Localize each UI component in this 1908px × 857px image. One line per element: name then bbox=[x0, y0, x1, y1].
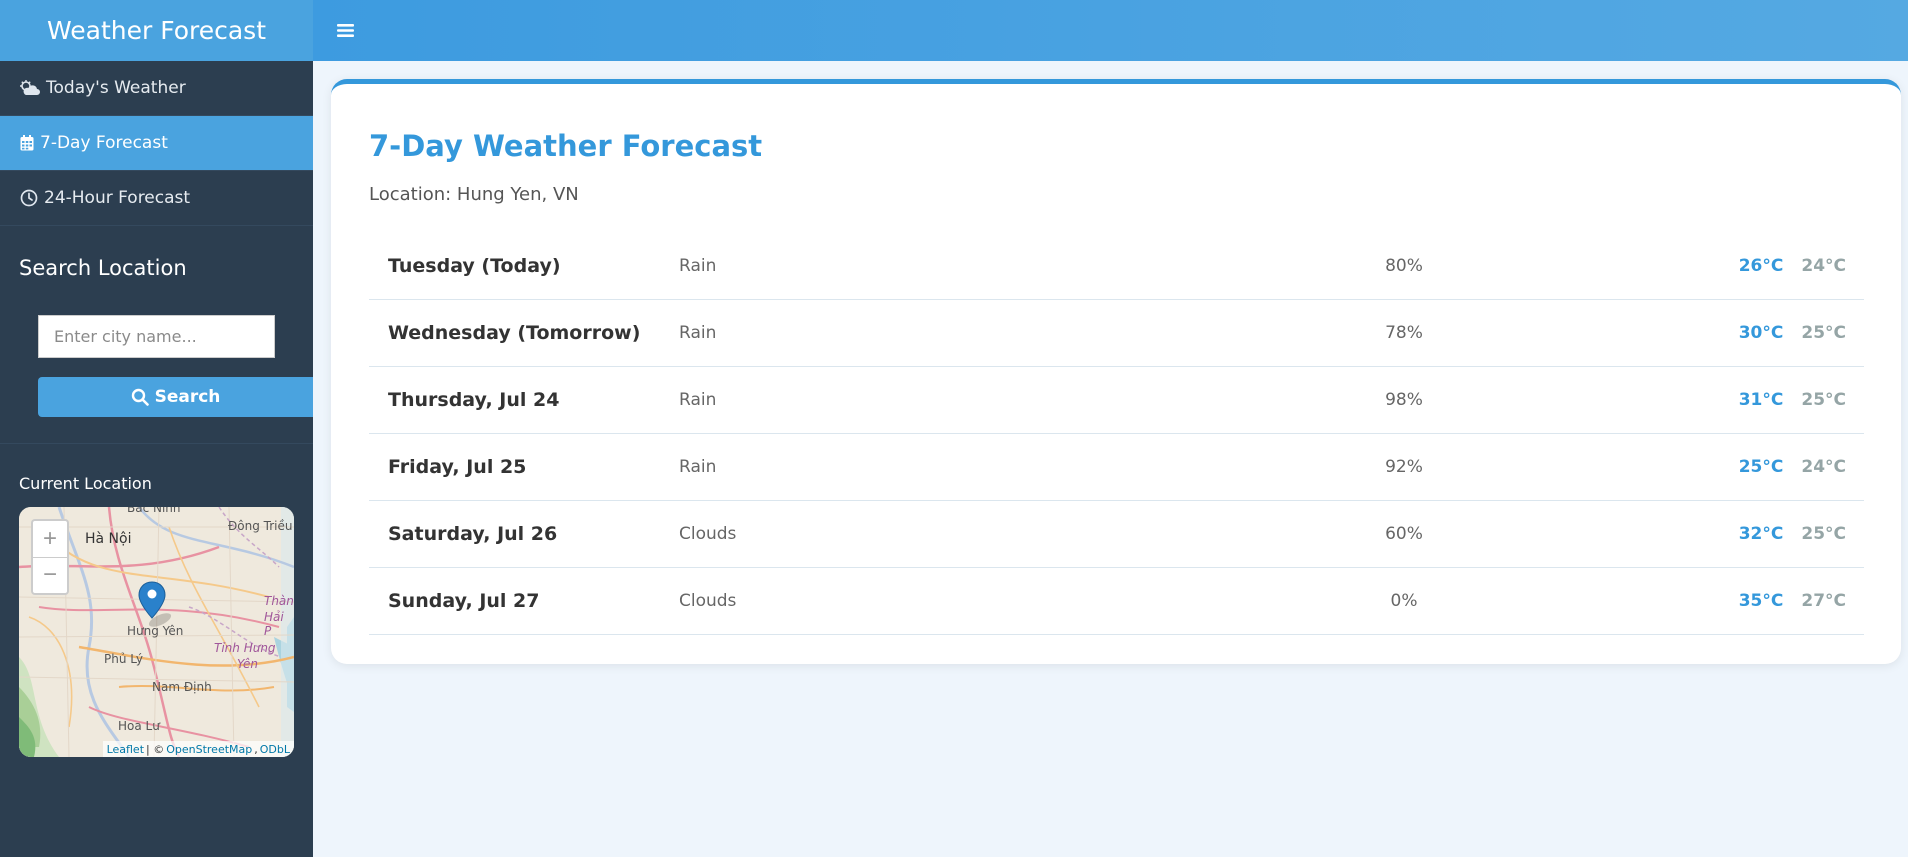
forecast-condition: Rain bbox=[679, 256, 717, 276]
forecast-row: Friday, Jul 25 Rain 92% 25°C 24°C bbox=[369, 434, 1864, 501]
map-label-hai-p: Hải P bbox=[264, 610, 284, 638]
top-bar bbox=[313, 0, 1908, 61]
temp-low: 27°C bbox=[1801, 591, 1846, 611]
temp-low: 24°C bbox=[1801, 457, 1846, 477]
leaflet-link[interactable]: Leaflet bbox=[107, 743, 144, 756]
forecast-precipitation: 98% bbox=[1385, 390, 1423, 410]
forecast-list: Tuesday (Today) Rain 80% 26°C 24°C Wedne… bbox=[369, 233, 1864, 635]
zoom-in-button[interactable]: + bbox=[33, 521, 67, 558]
temp-high: 32°C bbox=[1738, 524, 1784, 544]
sidebar-divider bbox=[0, 443, 313, 444]
temp-low: 25°C bbox=[1801, 323, 1846, 343]
forecast-temps: 26°C 24°C bbox=[1739, 256, 1846, 276]
nav-item-24-hour-forecast[interactable]: 24-Hour Forecast bbox=[0, 171, 313, 226]
map-label-dong-trieu: Đông Triều bbox=[228, 519, 293, 533]
calendar-icon bbox=[20, 135, 34, 151]
forecast-row: Thursday, Jul 24 Rain 98% 31°C 25°C bbox=[369, 367, 1864, 434]
forecast-condition: Rain bbox=[679, 457, 717, 477]
page-title: 7-Day Weather Forecast bbox=[369, 129, 763, 163]
map-attribution: Leaflet | © OpenStreetMap , ODbL bbox=[102, 741, 294, 757]
search-button-label: Search bbox=[154, 387, 221, 407]
forecast-temps: 25°C 24°C bbox=[1739, 457, 1846, 477]
map-label-ha-noi: Hà Nội bbox=[85, 531, 132, 547]
forecast-card: 7-Day Weather Forecast Location: Hung Ye… bbox=[331, 79, 1901, 664]
forecast-temps: 30°C 25°C bbox=[1739, 323, 1846, 343]
map-label-tinh-hung-yen: Tỉnh Hưng bbox=[214, 641, 276, 655]
current-location-title: Current Location bbox=[19, 474, 152, 493]
forecast-day: Thursday, Jul 24 bbox=[388, 389, 560, 411]
forecast-day: Sunday, Jul 27 bbox=[388, 590, 540, 612]
forecast-day: Friday, Jul 25 bbox=[388, 456, 527, 478]
location-text: Location: Hung Yen, VN bbox=[369, 184, 579, 205]
forecast-row: Sunday, Jul 27 Clouds 0% 35°C 27°C bbox=[369, 568, 1864, 635]
forecast-day: Tuesday (Today) bbox=[388, 255, 561, 277]
map-label-tinh-hung-yen-2: Yên bbox=[237, 657, 258, 671]
app-brand[interactable]: Weather Forecast bbox=[0, 0, 313, 61]
search-button[interactable]: Search bbox=[38, 377, 313, 417]
forecast-day: Wednesday (Tomorrow) bbox=[388, 322, 641, 344]
map-zoom-control: + − bbox=[31, 519, 69, 595]
odbl-link[interactable]: ODbL bbox=[260, 743, 290, 756]
temp-low: 24°C bbox=[1801, 256, 1846, 276]
nav-label: 7-Day Forecast bbox=[40, 133, 168, 153]
nav-label: 24-Hour Forecast bbox=[44, 188, 191, 208]
temp-high: 30°C bbox=[1738, 323, 1784, 343]
zoom-out-button[interactable]: − bbox=[33, 558, 67, 594]
attribution-separator: | © bbox=[146, 742, 165, 756]
map-marker-icon[interactable] bbox=[138, 580, 178, 630]
forecast-temps: 31°C 25°C bbox=[1739, 390, 1846, 410]
forecast-row: Wednesday (Tomorrow) Rain 78% 30°C 25°C bbox=[369, 300, 1864, 367]
clock-icon bbox=[20, 189, 38, 207]
location-map[interactable]: Bắc Ninh Hà Nội Đông Triều Hưng Yên Thàn… bbox=[19, 507, 294, 757]
temp-low: 25°C bbox=[1801, 524, 1846, 544]
forecast-precipitation: 78% bbox=[1385, 323, 1423, 343]
map-label-phu-ly: Phủ Lý bbox=[104, 652, 143, 666]
forecast-temps: 32°C 25°C bbox=[1739, 524, 1846, 544]
sidebar: Weather Forecast Today's Weather 7-Day F… bbox=[0, 0, 313, 857]
forecast-precipitation: 0% bbox=[1390, 591, 1418, 611]
cloud-sun-icon bbox=[20, 80, 40, 95]
forecast-temps: 35°C 27°C bbox=[1739, 591, 1846, 611]
forecast-row: Tuesday (Today) Rain 80% 26°C 24°C bbox=[369, 233, 1864, 300]
attribution-comma: , bbox=[254, 742, 258, 756]
search-icon bbox=[131, 388, 149, 406]
temp-high: 31°C bbox=[1738, 390, 1784, 410]
temp-high: 35°C bbox=[1738, 591, 1784, 611]
temp-high: 26°C bbox=[1738, 256, 1784, 276]
map-label-thanh: Thàn bbox=[264, 594, 294, 608]
hamburger-icon bbox=[336, 24, 354, 37]
forecast-precipitation: 60% bbox=[1385, 524, 1423, 544]
forecast-row: Saturday, Jul 26 Clouds 60% 32°C 25°C bbox=[369, 501, 1864, 568]
temp-high: 25°C bbox=[1738, 457, 1784, 477]
forecast-precipitation: 80% bbox=[1385, 256, 1423, 276]
osm-link[interactable]: OpenStreetMap bbox=[166, 743, 252, 756]
search-location-title: Search Location bbox=[19, 256, 187, 280]
temp-low: 25°C bbox=[1801, 390, 1846, 410]
nav-item-7-day-forecast[interactable]: 7-Day Forecast bbox=[0, 116, 313, 171]
map-label-nam-dinh: Nam Định bbox=[152, 680, 212, 694]
city-search-input[interactable] bbox=[38, 315, 275, 358]
forecast-condition: Clouds bbox=[679, 524, 737, 544]
menu-toggle-button[interactable] bbox=[330, 16, 360, 46]
map-label-bac-ninh: Bắc Ninh bbox=[127, 507, 181, 515]
nav-label: Today's Weather bbox=[46, 78, 186, 98]
forecast-condition: Rain bbox=[679, 323, 717, 343]
map-label-hoa-lu: Hoa Lư bbox=[118, 719, 160, 733]
forecast-day: Saturday, Jul 26 bbox=[388, 523, 558, 545]
forecast-condition: Rain bbox=[679, 390, 717, 410]
forecast-condition: Clouds bbox=[679, 591, 737, 611]
nav-item-todays-weather[interactable]: Today's Weather bbox=[0, 61, 313, 116]
forecast-precipitation: 92% bbox=[1385, 457, 1423, 477]
